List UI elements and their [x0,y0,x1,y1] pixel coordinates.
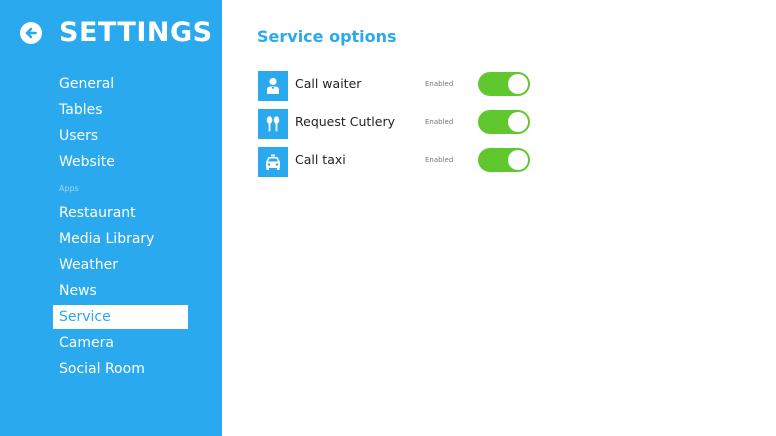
sidebar-item-weather[interactable]: Weather [53,253,188,277]
page-title: SETTINGS [59,17,213,48]
settings-app: SETTINGS General Tables Users Website Ap… [0,0,776,436]
toggle-knob [508,74,528,94]
sidebar-item-general[interactable]: General [53,72,188,96]
section-title: Service options [257,27,397,46]
cutlery-icon [258,109,288,139]
waiter-icon [258,71,288,101]
call-waiter-toggle[interactable] [478,72,530,96]
sidebar-item-tables[interactable]: Tables [53,98,188,122]
sidebar: SETTINGS General Tables Users Website Ap… [0,0,222,436]
taxi-icon [258,147,288,177]
toggle-knob [508,112,528,132]
sidebar-item-website[interactable]: Website [53,150,188,174]
status-text: Enabled [425,118,454,126]
option-row-call-waiter: Call waiter Enabled [258,71,538,101]
sidebar-item-social-room[interactable]: Social Room [53,357,188,381]
back-button[interactable] [20,22,42,44]
arrow-left-icon [25,27,37,39]
sidebar-item-media-library[interactable]: Media Library [53,227,188,251]
sidebar-section-apps: Apps [59,184,79,193]
toggle-knob [508,150,528,170]
sidebar-item-camera[interactable]: Camera [53,331,188,355]
sidebar-item-users[interactable]: Users [53,124,188,148]
status-text: Enabled [425,80,454,88]
status-text: Enabled [425,156,454,164]
option-label: Call waiter [295,76,362,91]
option-label: Request Cutlery [295,114,395,129]
request-cutlery-toggle[interactable] [478,110,530,134]
sidebar-item-restaurant[interactable]: Restaurant [53,201,188,225]
option-row-request-cutlery: Request Cutlery Enabled [258,109,538,139]
sidebar-item-service[interactable]: Service [53,305,188,329]
option-row-call-taxi: Call taxi Enabled [258,147,538,177]
call-taxi-toggle[interactable] [478,148,530,172]
sidebar-item-news[interactable]: News [53,279,188,303]
option-label: Call taxi [295,152,346,167]
